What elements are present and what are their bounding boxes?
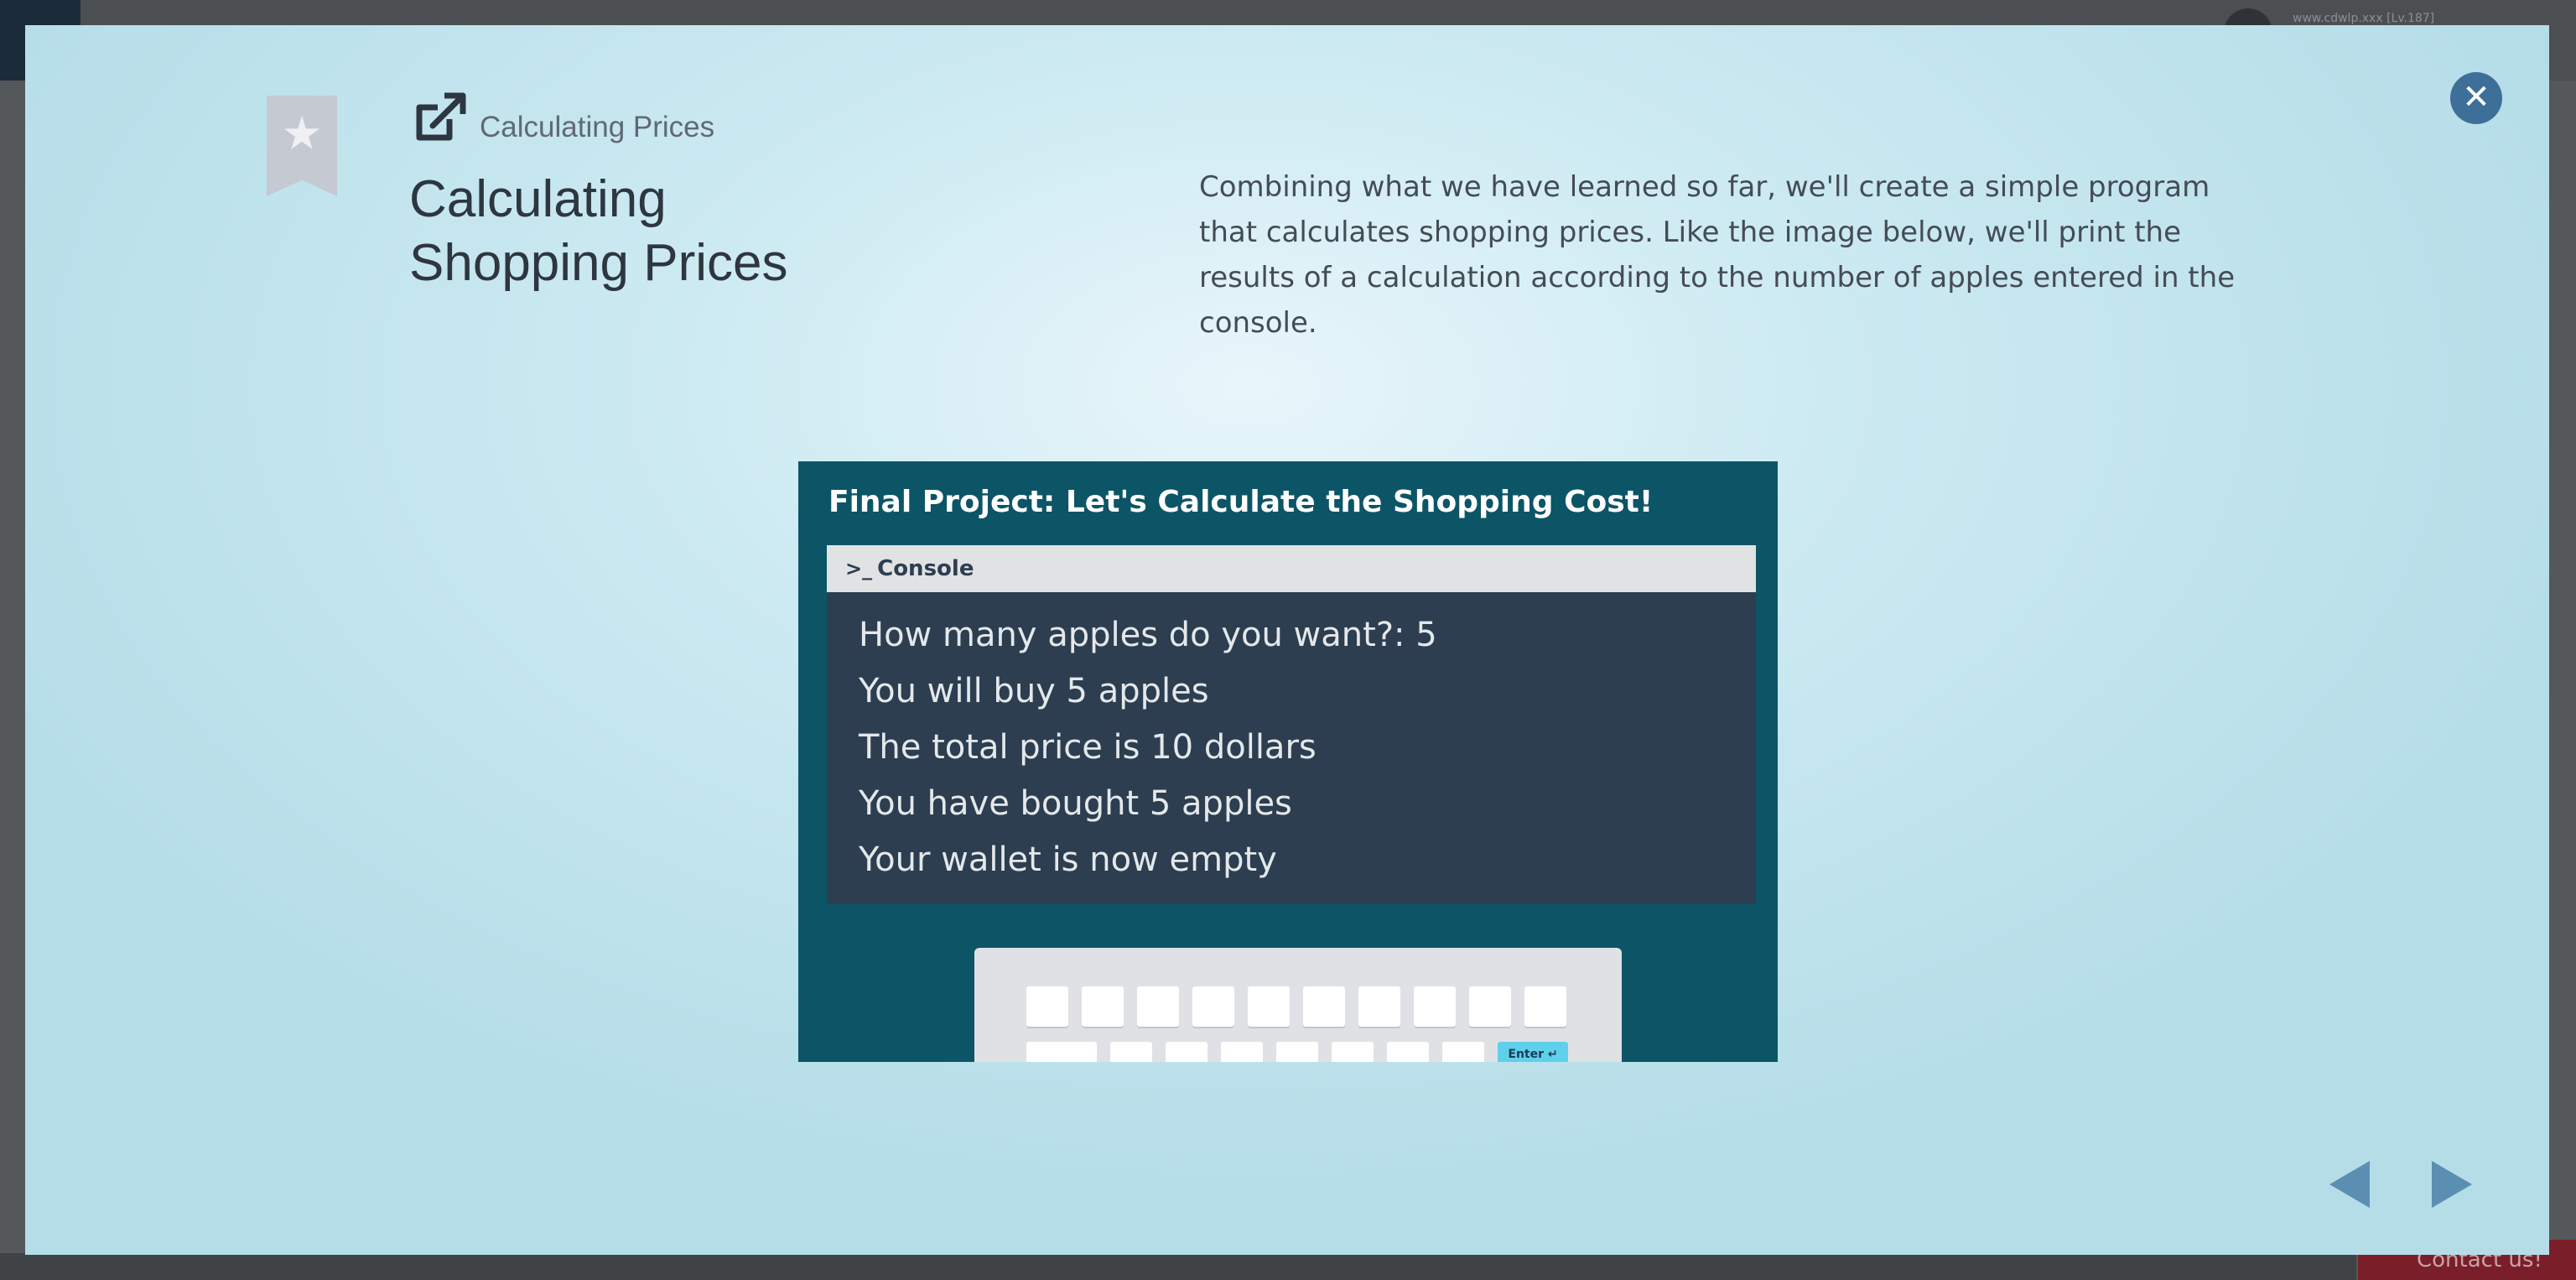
breadcrumb: Calculating Prices: [480, 111, 715, 143]
keyboard-key: [1469, 986, 1511, 1027]
keyboard-key: [1192, 986, 1234, 1027]
keyboard-key: [1248, 986, 1290, 1027]
keyboard-key: [1414, 986, 1456, 1027]
star-icon: [283, 116, 320, 150]
lesson-illustration: Final Project: Let's Calculate the Shopp…: [798, 461, 1778, 1062]
terminal-prompt-icon: >_: [845, 557, 873, 580]
external-link-icon[interactable]: [411, 89, 470, 148]
console-line: Your wallet is now empty: [859, 840, 1277, 879]
console-output: How many apples do you want?: 5 You will…: [827, 592, 1756, 888]
close-button[interactable]: ✕: [2450, 72, 2502, 124]
account-email: www.cdwlp.xxx [Lv.187]: [2293, 12, 2435, 25]
console-line: You have bought 5 apples: [859, 784, 1292, 823]
console-line: The total price is 10 dollars: [859, 728, 1317, 767]
lesson-modal: Calculating Prices Calculating Shopping …: [25, 25, 2549, 1255]
enter-key: Enter ↵: [1498, 1042, 1568, 1062]
keyboard-key: [1082, 986, 1124, 1027]
keyboard-key: [1303, 986, 1345, 1027]
keyboard-key: [1221, 1042, 1263, 1062]
keyboard-key: [1387, 1042, 1429, 1062]
arrow-left-icon[interactable]: [2329, 1161, 2370, 1208]
console-panel: >_ Console How many apples do you want?:…: [827, 545, 1756, 904]
console-header: >_ Console: [827, 545, 1756, 592]
keyboard-key: [1137, 986, 1179, 1027]
console-label: Console: [877, 556, 974, 581]
keyboard-key: [1524, 986, 1566, 1027]
keyboard-key: [1166, 1042, 1208, 1062]
keyboard-key: [1026, 1042, 1097, 1062]
keyboard-key: [1276, 1042, 1318, 1062]
keyboard-key: [1026, 986, 1068, 1027]
console-line: How many apples do you want?: 5: [859, 616, 1437, 654]
keyboard-key: [1110, 1042, 1152, 1062]
keyboard-key: [1358, 986, 1400, 1027]
keyboard-key: [1442, 1042, 1484, 1062]
page-title: Calculating Shopping Prices: [409, 170, 788, 292]
arrow-right-icon[interactable]: [2432, 1161, 2472, 1208]
console-line: You will buy 5 apples: [859, 672, 1209, 710]
background-footer: [0, 1253, 2356, 1280]
keyboard-key: [1332, 1042, 1374, 1062]
lesson-description: Combining what we have learned so far, w…: [1199, 170, 2236, 340]
close-icon: ✕: [2462, 78, 2490, 117]
keyboard-graphic: Enter ↵: [974, 948, 1622, 1062]
illustration-title: Final Project: Let's Calculate the Shopp…: [828, 485, 1654, 519]
bookmark-star-icon[interactable]: [267, 96, 337, 196]
